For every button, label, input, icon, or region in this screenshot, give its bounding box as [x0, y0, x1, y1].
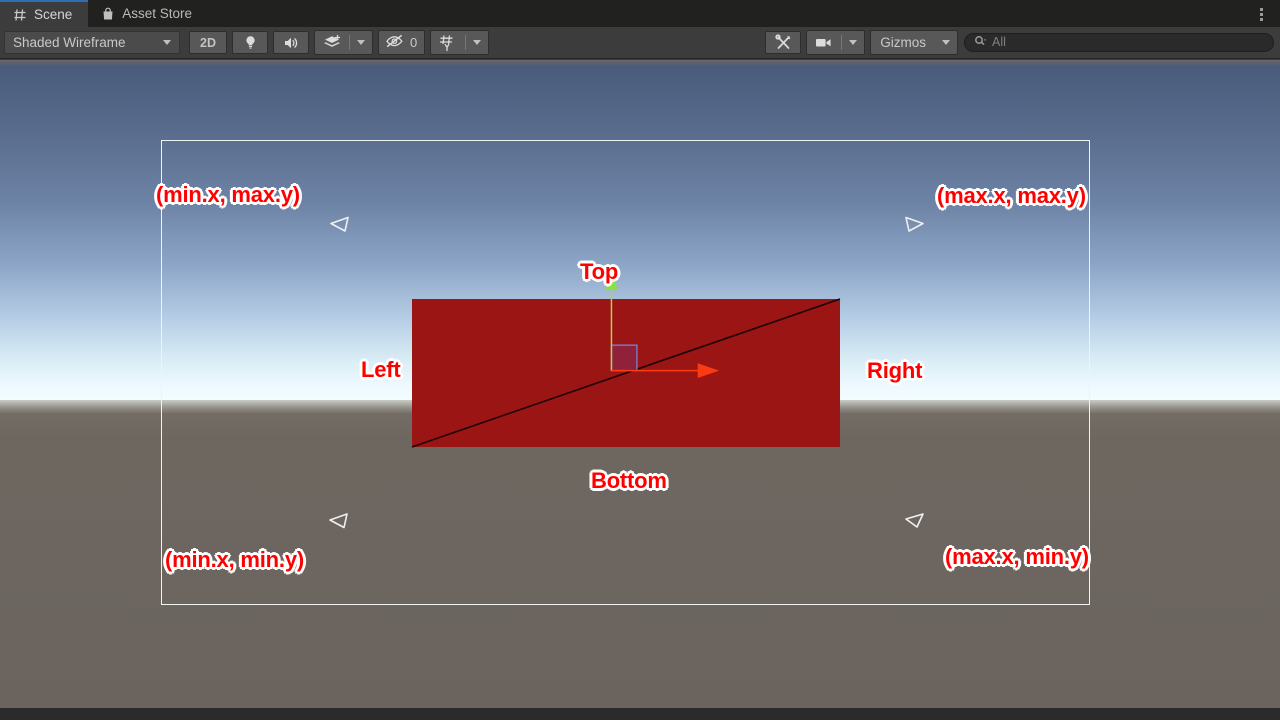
gizmos-label: Gizmos — [880, 35, 926, 50]
camera-icon[interactable] — [807, 31, 841, 54]
lightbulb-icon — [242, 34, 259, 51]
chevron-down-icon — [942, 40, 950, 45]
scene-viewport[interactable]: (min.x, max.y) (max.x, max.y) (min.x, mi… — [0, 60, 1280, 708]
chevron-down-icon — [357, 40, 365, 45]
chevron-down-icon — [849, 40, 858, 45]
grid-caret[interactable] — [466, 31, 488, 54]
effects-caret[interactable] — [350, 31, 372, 54]
chevron-down-icon — [473, 40, 482, 45]
tab-scene[interactable]: Scene — [0, 0, 89, 28]
grid-dropdown-button[interactable] — [430, 30, 490, 55]
scene-tools-button[interactable] — [765, 31, 802, 54]
toggle-2d-button[interactable]: 2D — [189, 31, 227, 54]
selected-quad-mesh[interactable] — [411, 298, 841, 448]
gizmo-search-placeholder: All — [992, 35, 1006, 49]
store-bag-icon — [100, 6, 115, 21]
speaker-icon — [282, 35, 301, 51]
chevron-down-icon — [163, 40, 171, 45]
scene-camera-dropdown-button[interactable] — [806, 30, 866, 55]
draw-mode-dropdown[interactable]: Shaded Wireframe — [4, 31, 180, 54]
grid-icon — [12, 7, 27, 22]
kebab-menu-icon[interactable] — [1250, 3, 1272, 25]
draw-mode-label: Shaded Wireframe — [13, 35, 126, 50]
gizmos-caret[interactable] — [935, 31, 957, 54]
eye-slash-icon — [385, 33, 406, 52]
audio-toggle-button[interactable] — [273, 31, 309, 54]
unity-scene-window: Scene Asset Store Shaded Wireframe 2D 0 … — [0, 0, 1280, 720]
scene-toolbar: Shaded Wireframe 2D 0 Gizmos All — [0, 27, 1280, 59]
tab-scene-label: Scene — [34, 7, 73, 22]
toggle-2d-label: 2D — [200, 35, 216, 50]
gizmo-search-field[interactable]: All — [964, 33, 1274, 52]
effects-layers-icon[interactable] — [315, 31, 349, 54]
quad-wireframe-diagonal — [411, 298, 841, 448]
lighting-toggle-button[interactable] — [232, 31, 268, 54]
window-tab-bar: Scene Asset Store — [0, 0, 1280, 28]
effects-dropdown-button[interactable] — [314, 30, 373, 55]
tools-wrench-icon — [774, 33, 793, 52]
search-icon — [974, 34, 987, 52]
hidden-objects-button[interactable]: 0 — [378, 30, 426, 55]
tab-asset-store[interactable]: Asset Store — [88, 0, 208, 27]
grid-axis-y-icon[interactable] — [431, 31, 465, 54]
hidden-objects-count: 0 — [410, 35, 418, 50]
window-bottom-edge — [0, 708, 1280, 720]
gizmos-dropdown-button[interactable]: Gizmos — [870, 30, 958, 55]
tab-asset-store-label: Asset Store — [122, 6, 193, 21]
camera-caret[interactable] — [842, 31, 864, 54]
